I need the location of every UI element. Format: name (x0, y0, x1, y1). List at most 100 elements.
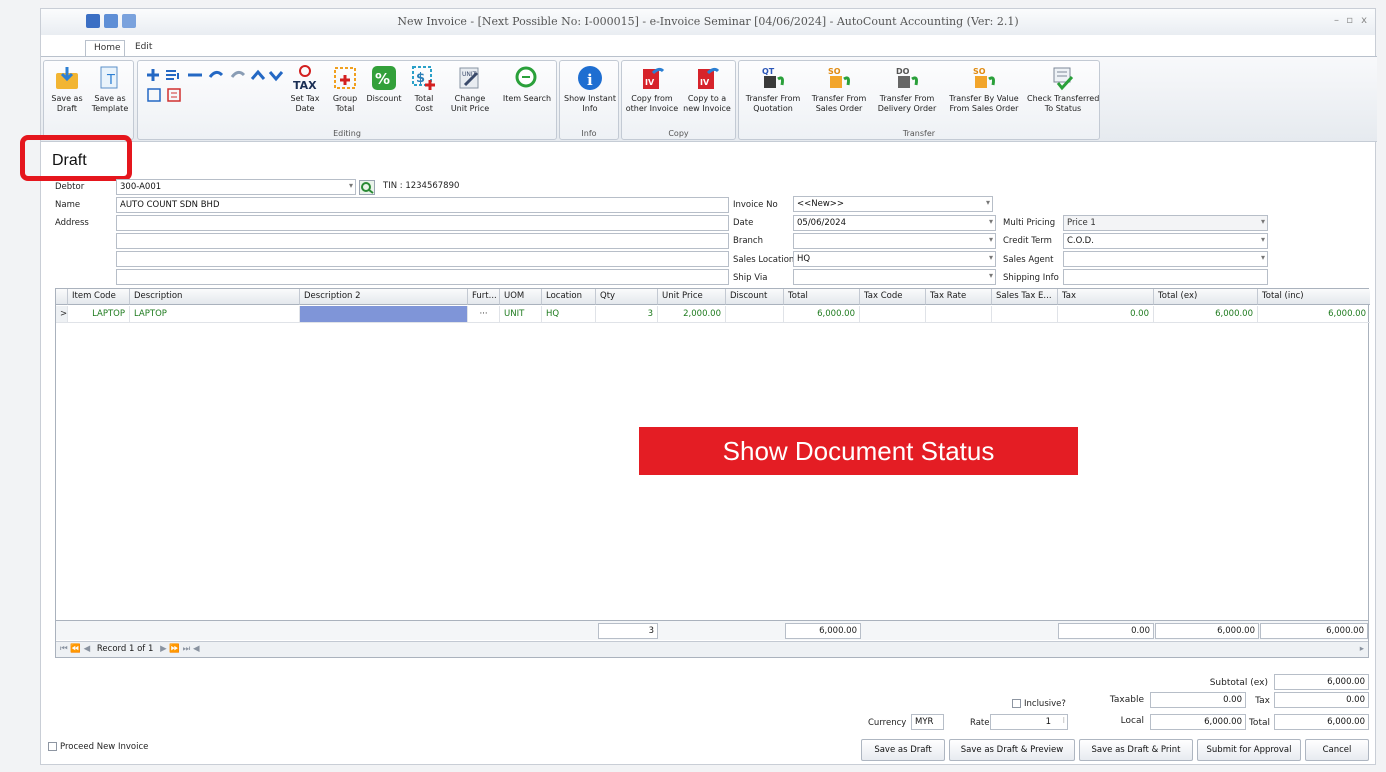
item-search-button[interactable]: Item Search (502, 65, 552, 104)
cell-unit-price[interactable]: 2,000.00 (658, 306, 726, 323)
col-description[interactable]: Description (130, 289, 300, 305)
cancel-button[interactable]: Cancel (1305, 739, 1369, 761)
proceed-new-invoice-checkbox[interactable]: Proceed New Invoice (48, 742, 148, 752)
currency-field[interactable]: MYR (911, 714, 944, 730)
debtor-lookup-icon[interactable] (359, 180, 375, 195)
ship-via-field[interactable]: ▾ (793, 269, 996, 285)
sales-location-field[interactable]: HQ ▾ (793, 251, 996, 267)
change-unit-price-button[interactable]: UNIT Change Unit Price (448, 65, 492, 114)
currency-label: Currency (868, 718, 907, 728)
cell-discount[interactable] (726, 306, 784, 323)
cell-item-code[interactable]: LAPTOP (68, 306, 130, 323)
tab-edit[interactable]: Edit (127, 40, 159, 57)
address-line-4[interactable] (116, 269, 729, 285)
col-item-code[interactable]: Item Code (68, 289, 130, 305)
col-tax[interactable]: Tax (1058, 289, 1154, 305)
copy-from-other-invoice-button[interactable]: IV Copy from other Invoice (625, 65, 679, 114)
cell-description-2[interactable] (300, 306, 468, 323)
invoice-no-field[interactable]: <<New>> ▾ (793, 196, 993, 212)
col-sales-tax-exemption[interactable]: Sales Tax E... (992, 289, 1058, 305)
tin-label: TIN : 1234567890 (383, 181, 460, 191)
close-icon[interactable]: x (1361, 15, 1367, 26)
cell-uom[interactable]: UNIT (500, 306, 542, 323)
col-unit-price[interactable]: Unit Price (658, 289, 726, 305)
edit-row2-icons[interactable] (146, 87, 186, 103)
save-as-draft-button[interactable]: Save as Draft (861, 739, 945, 761)
cell-tax-rate[interactable] (926, 306, 992, 323)
quick-print-icon[interactable] (104, 14, 118, 28)
cell-total[interactable]: 6,000.00 (784, 306, 860, 323)
svg-text:IV: IV (645, 78, 655, 87)
multi-pricing-field[interactable]: Price 1 ▾ (1063, 215, 1268, 231)
sales-agent-field[interactable]: ▾ (1063, 251, 1268, 267)
cell-further-ellipsis[interactable]: ··· (468, 306, 500, 323)
sales-agent-label: Sales Agent (1003, 255, 1054, 265)
shipping-info-field[interactable] (1063, 269, 1268, 285)
submit-for-approval-button[interactable]: Submit for Approval (1197, 739, 1301, 761)
rate-field[interactable]: 1 ⁝ (990, 714, 1068, 730)
save-as-draft-ribbon-button[interactable]: Save as Draft (47, 65, 87, 114)
inclusive-checkbox[interactable]: Inclusive? (1012, 699, 1066, 709)
group-total-button[interactable]: Group Total (328, 65, 362, 114)
ribbon: Save as Draft T Save as Template TAX Set… (41, 56, 1377, 142)
show-instant-info-button[interactable]: i Show Instant Info (563, 65, 617, 114)
col-qty[interactable]: Qty (596, 289, 658, 305)
quick-preview-icon[interactable] (122, 14, 136, 28)
transfer-by-value-button[interactable]: SO Transfer By Value From Sales Order (943, 65, 1025, 114)
credit-term-field[interactable]: C.O.D. ▾ (1063, 233, 1268, 249)
debtor-field[interactable]: 300-A001 ▾ (116, 179, 356, 195)
col-location[interactable]: Location (542, 289, 596, 305)
tax-label: Tax (1255, 696, 1270, 706)
date-label: Date (733, 218, 754, 228)
cell-location[interactable]: HQ (542, 306, 596, 323)
discount-button[interactable]: % Discount (366, 65, 402, 104)
cell-total-inc[interactable]: 6,000.00 (1258, 306, 1370, 323)
scroll-right-icon[interactable]: ▸ (1360, 644, 1364, 654)
col-total-inc[interactable]: Total (inc) (1258, 289, 1370, 305)
nav-first-prev-icons[interactable]: ⏮ ⏪ ◀ (60, 644, 90, 654)
save-as-draft-preview-button[interactable]: Save as Draft & Preview (949, 739, 1075, 761)
nav-next-last-icons[interactable]: ▶ ⏩ ⏭ ◀ (160, 644, 199, 654)
col-uom[interactable]: UOM (500, 289, 542, 305)
transfer-from-sales-order-button[interactable]: SO Transfer From Sales Order (807, 65, 871, 114)
check-transferred-button[interactable]: Check Transferred To Status (1027, 65, 1099, 114)
svg-text:$: $ (416, 71, 425, 86)
edit-row-icons[interactable] (144, 67, 284, 83)
col-description-2[interactable]: Description 2 (300, 289, 468, 305)
col-further[interactable]: Furt... (468, 289, 500, 305)
cell-qty[interactable]: 3 (596, 306, 658, 323)
cell-sales-tax-exemption[interactable] (992, 306, 1058, 323)
cell-tax[interactable]: 0.00 (1058, 306, 1154, 323)
col-tax-code[interactable]: Tax Code (860, 289, 926, 305)
sales-order-icon: SO (826, 65, 852, 91)
name-field[interactable]: AUTO COUNT SDN BHD (116, 197, 729, 213)
total-cost-button[interactable]: $ Total Cost (408, 65, 440, 114)
copy-to-new-invoice-button[interactable]: IV Copy to a new Invoice (680, 65, 734, 114)
save-as-draft-print-button[interactable]: Save as Draft & Print (1079, 739, 1193, 761)
date-field[interactable]: 05/06/2024 ▾ (793, 215, 996, 231)
transfer-from-delivery-order-button[interactable]: DO Transfer From Delivery Order (873, 65, 941, 114)
tab-home[interactable]: Home (85, 40, 125, 57)
cell-description[interactable]: LAPTOP (130, 306, 300, 323)
address-line-2[interactable] (116, 233, 729, 249)
grid-row-header-corner (56, 289, 68, 305)
branch-field[interactable]: ▾ (793, 233, 996, 249)
col-tax-rate[interactable]: Tax Rate (926, 289, 992, 305)
col-total-ex[interactable]: Total (ex) (1154, 289, 1258, 305)
col-total[interactable]: Total (784, 289, 860, 305)
address-line-3[interactable] (116, 251, 729, 267)
row-indicator[interactable]: > (56, 306, 68, 323)
cell-total-ex[interactable]: 6,000.00 (1154, 306, 1258, 323)
set-tax-date-button[interactable]: TAX Set Tax Date (286, 65, 324, 114)
minimize-icon[interactable]: – (1334, 15, 1339, 26)
transfer-from-quotation-button[interactable]: QT Transfer From Quotation (741, 65, 805, 114)
address-line-1[interactable] (116, 215, 729, 231)
search-icon (514, 65, 540, 91)
cell-tax-code[interactable] (860, 306, 926, 323)
maximize-icon[interactable]: ▫ (1346, 15, 1353, 26)
quick-save-icon[interactable] (86, 14, 100, 28)
col-discount[interactable]: Discount (726, 289, 784, 305)
stepper-icon: ⁝ (1062, 716, 1065, 725)
ribbon-group-copy: IV Copy from other Invoice IV Copy to a … (621, 60, 736, 140)
save-as-template-ribbon-button[interactable]: T Save as Template (89, 65, 131, 114)
